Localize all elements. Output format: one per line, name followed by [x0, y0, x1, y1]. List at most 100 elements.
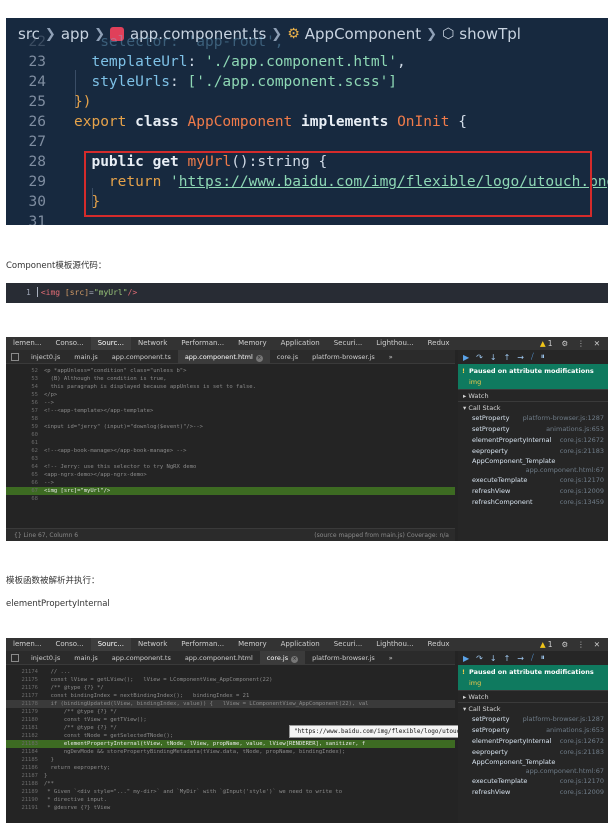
line-number[interactable]: 60	[6, 431, 38, 439]
call-stack-section[interactable]: ▾ Call Stack	[458, 401, 608, 413]
call-frame-location[interactable]: animations.js:653	[546, 424, 604, 435]
line-number[interactable]: 21186	[6, 764, 38, 772]
call-frame[interactable]: AppComponent_Template app.component.html:…	[458, 457, 608, 475]
call-frame-location[interactable]: core.js:12672	[560, 736, 604, 747]
call-stack-section[interactable]: ▾ Call Stack	[458, 702, 608, 714]
file-tab[interactable]: main.js	[67, 651, 105, 665]
line-number[interactable]: 21178	[6, 700, 38, 708]
tab-console[interactable]: Conso...	[49, 337, 91, 350]
step-over-icon[interactable]: ↷	[476, 654, 483, 663]
file-tab[interactable]: inject0.js	[24, 651, 67, 665]
file-tab[interactable]: app.component.ts	[105, 350, 178, 364]
line-number[interactable]: 64	[6, 463, 38, 471]
pause-exceptions-icon[interactable]: ⏸	[541, 653, 545, 663]
call-frame[interactable]: setProperty platform-browser.js:1287	[458, 714, 608, 725]
line-number[interactable]: 21184	[6, 748, 38, 756]
call-frame-location[interactable]: app.component.html:67	[472, 466, 604, 475]
line-number[interactable]: 21185	[6, 756, 38, 764]
more-tabs-button[interactable]: »	[382, 350, 400, 364]
line-number[interactable]: 56	[6, 399, 38, 407]
tab-redux[interactable]: Redux	[421, 638, 457, 651]
gear-icon[interactable]: ⚙	[561, 339, 568, 348]
tab-application[interactable]: Application	[274, 638, 327, 651]
tab-memory[interactable]: Memory	[231, 337, 273, 350]
code-editor[interactable]: src ❯ app ❯ app.component.ts ❯ ⚙ AppComp…	[6, 18, 608, 225]
file-tab[interactable]: app.component.html	[178, 651, 260, 665]
source-code-view[interactable]: 52 <p *appUnless="condition" class="unles…	[6, 367, 455, 517]
call-frame[interactable]: refreshView core.js:12009	[458, 787, 608, 798]
line-number[interactable]: 66	[6, 479, 38, 487]
call-frame[interactable]: eeproperty core.js:21183	[458, 747, 608, 758]
call-frame[interactable]: setProperty animations.js:653	[458, 424, 608, 435]
file-tab[interactable]: core.js	[270, 350, 305, 364]
file-tab[interactable]: platform-browser.js	[305, 651, 382, 665]
line-number[interactable]: 61	[6, 439, 38, 447]
line-number[interactable]: 21182	[6, 732, 38, 740]
file-tab-active[interactable]: app.component.html ×	[177, 349, 270, 364]
call-frame-location[interactable]: platform-browser.js:1287	[523, 413, 604, 424]
tab-performance[interactable]: Performan...	[174, 638, 231, 651]
tab-performance[interactable]: Performan...	[174, 337, 231, 350]
resume-icon[interactable]: ▶	[463, 654, 469, 663]
warning-icon[interactable]: ▲	[540, 640, 546, 649]
line-number[interactable]: 58	[6, 415, 38, 423]
file-tab[interactable]: inject0.js	[24, 350, 67, 364]
call-frame[interactable]: eeproperty core.js:21183	[458, 446, 608, 457]
tab-elements[interactable]: lemen...	[6, 337, 49, 350]
line-number[interactable]: 67	[6, 487, 38, 495]
call-frame[interactable]: refreshView core.js:12009	[458, 486, 608, 497]
call-frame-location[interactable]: core.js:12170	[560, 475, 604, 486]
more-vert-icon[interactable]: ⋮	[577, 339, 585, 348]
resume-icon[interactable]: ▶	[463, 353, 469, 362]
line-number[interactable]: 21188	[6, 780, 38, 788]
step-over-icon[interactable]: ↷	[476, 353, 483, 362]
line-number[interactable]: 55	[6, 391, 38, 399]
tab-lighthouse[interactable]: Lighthou...	[369, 337, 420, 350]
tab-elements[interactable]: lemen...	[6, 638, 49, 651]
step-into-icon[interactable]: ↓	[490, 353, 497, 362]
step-out-icon[interactable]: ↑	[504, 654, 511, 663]
tab-console[interactable]: Conso...	[49, 638, 91, 651]
toggle-navigator-icon[interactable]	[11, 352, 19, 361]
call-frame-location[interactable]: app.component.html:67	[472, 767, 604, 776]
tab-sources[interactable]: Sourc...	[90, 638, 132, 651]
line-number[interactable]: 21191	[6, 804, 38, 812]
file-tab-active[interactable]: core.js ×	[259, 650, 306, 665]
tab-sources[interactable]: Sourc...	[90, 337, 132, 350]
line-number[interactable]: 53	[6, 375, 38, 383]
source-code-view[interactable]: 21174 // ... 21175 const lView = getLView…	[6, 668, 455, 823]
tab-redux[interactable]: Redux	[421, 337, 457, 350]
line-number[interactable]: 59	[6, 423, 38, 431]
line-number[interactable]: 65	[6, 471, 38, 479]
call-frame[interactable]: elementPropertyInternal core.js:12672	[458, 736, 608, 747]
line-number[interactable]: 21179	[6, 708, 38, 716]
line-number[interactable]: 21187	[6, 772, 38, 780]
gear-icon[interactable]: ⚙	[561, 640, 568, 649]
step-icon[interactable]: →	[517, 353, 524, 362]
call-frame-location[interactable]: core.js:21183	[560, 446, 604, 457]
call-frame[interactable]: setProperty platform-browser.js:1287	[458, 413, 608, 424]
toggle-navigator-icon[interactable]	[11, 653, 19, 662]
call-frame[interactable]: executeTemplate core.js:12170	[458, 475, 608, 486]
pause-exceptions-icon[interactable]: ⏸	[541, 352, 545, 362]
call-frame-location[interactable]: core.js:13459	[560, 497, 604, 508]
line-number[interactable]: 21177	[6, 692, 38, 700]
close-icon[interactable]: ✕	[594, 339, 600, 348]
call-frame-location[interactable]: platform-browser.js:1287	[523, 714, 604, 725]
line-number[interactable]: 63	[6, 455, 38, 463]
line-number[interactable]: 52	[6, 367, 38, 375]
line-number[interactable]: 21180	[6, 716, 38, 724]
warning-icon[interactable]: ▲	[540, 339, 546, 348]
step-icon[interactable]: →	[517, 654, 524, 663]
close-tab-icon[interactable]: ×	[291, 655, 299, 663]
line-number[interactable]: 57	[6, 407, 38, 415]
watch-section[interactable]: ▸ Watch	[458, 690, 608, 702]
line-number[interactable]: 62	[6, 447, 38, 455]
line-number[interactable]: 21176	[6, 684, 38, 692]
call-frame[interactable]: executeTemplate core.js:12170	[458, 776, 608, 787]
tab-security[interactable]: Securi...	[327, 337, 370, 350]
line-number[interactable]: 21183	[6, 740, 38, 748]
call-frame[interactable]: setProperty animations.js:653	[458, 725, 608, 736]
tab-security[interactable]: Securi...	[327, 638, 370, 651]
line-number[interactable]: 68	[6, 495, 38, 503]
